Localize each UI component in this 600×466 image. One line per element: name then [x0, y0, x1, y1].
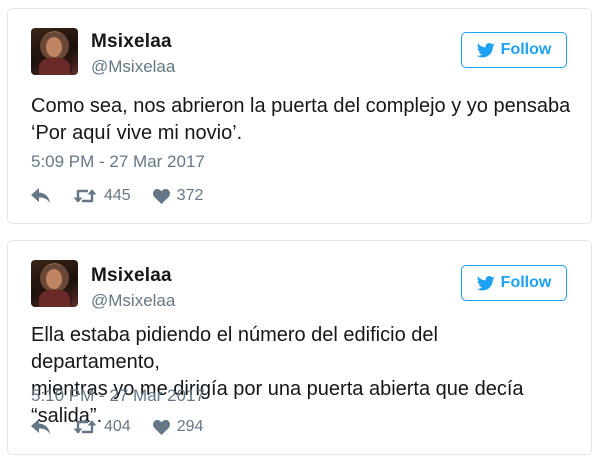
heart-icon — [152, 188, 170, 204]
avatar[interactable] — [31, 260, 78, 307]
like-button[interactable]: 294 — [152, 418, 204, 436]
follow-button[interactable]: Follow — [461, 32, 567, 68]
follow-label: Follow — [500, 41, 552, 58]
timestamp[interactable]: 5:10 PM - 27 Mar 2017 — [31, 386, 205, 406]
tweet-actions: 445 372 — [31, 187, 203, 205]
user-handle[interactable]: @Msixelaa — [91, 57, 175, 77]
twitter-bird-icon — [476, 42, 495, 57]
avatar[interactable] — [31, 28, 78, 75]
reply-button[interactable] — [31, 419, 51, 435]
timestamp[interactable]: 5:09 PM - 27 Mar 2017 — [31, 152, 205, 172]
like-count: 294 — [176, 418, 204, 435]
reply-icon — [31, 419, 50, 434]
retweet-count: 404 — [104, 418, 131, 435]
like-count: 372 — [176, 187, 204, 204]
tweet-actions: 404 294 — [31, 418, 203, 436]
tweet-card: Msixelaa @Msixelaa Follow Ella estaba pi… — [7, 240, 592, 455]
heart-icon — [152, 419, 170, 435]
user-handle[interactable]: @Msixelaa — [91, 291, 175, 311]
follow-label: Follow — [500, 274, 552, 291]
display-name[interactable]: Msixelaa — [91, 265, 172, 287]
retweet-count: 445 — [104, 187, 131, 204]
reply-button[interactable] — [31, 188, 51, 204]
tweet-text-line: ‘Por aquí vive mi novio’. — [31, 122, 243, 144]
reply-icon — [31, 188, 50, 203]
tweet-text-line: Como sea, nos abrieron la puerta del com… — [31, 95, 571, 117]
tweet-card: Msixelaa @Msixelaa Follow Como sea, nos … — [7, 8, 592, 224]
tweet-text: Ella estaba pidiendo el número del edifi… — [31, 322, 571, 430]
retweet-icon — [73, 420, 97, 434]
tweet-text: Como sea, nos abrieron la puerta del com… — [31, 93, 571, 147]
retweet-button[interactable]: 445 — [73, 187, 131, 205]
like-button[interactable]: 372 — [152, 187, 204, 205]
tweet-text-line: Ella estaba pidiendo el número del edifi… — [31, 324, 438, 373]
follow-button[interactable]: Follow — [461, 265, 567, 301]
display-name[interactable]: Msixelaa — [91, 31, 172, 53]
retweet-icon — [73, 189, 97, 203]
twitter-bird-icon — [476, 275, 495, 290]
retweet-button[interactable]: 404 — [73, 418, 131, 436]
